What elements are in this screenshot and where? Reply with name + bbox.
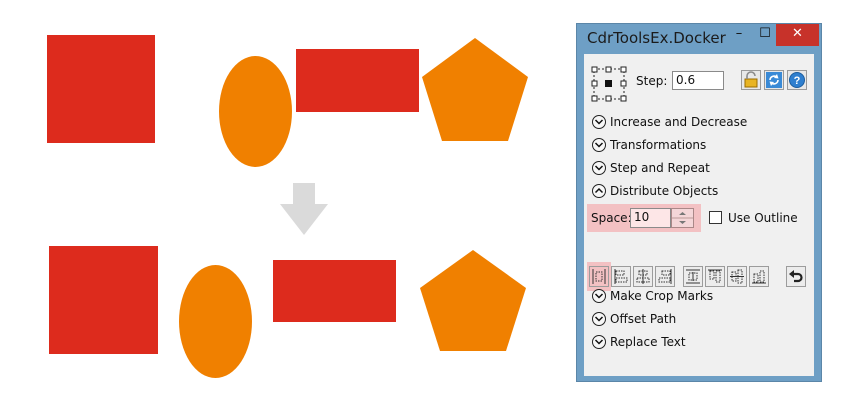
expand-step-repeat-icon[interactable]	[592, 161, 606, 175]
space-spinner[interactable]	[671, 208, 694, 228]
section-make-crop-marks[interactable]: Make Crop Marks	[610, 289, 713, 303]
distribute-center-icon[interactable]	[633, 266, 653, 287]
collapse-distribute-objects-icon[interactable]	[592, 184, 606, 198]
expand-increase-decrease-icon[interactable]	[592, 115, 606, 129]
step-input[interactable]: 0.6	[672, 71, 724, 90]
distribute-vertical-spacing-icon[interactable]	[683, 266, 703, 287]
step-label: Step:	[636, 74, 668, 88]
top-orange-pentagon	[422, 38, 528, 141]
bottom-orange-ellipse	[179, 265, 252, 378]
arrow-down-icon	[280, 183, 328, 235]
minimize-button[interactable]: –	[727, 24, 751, 46]
distribute-left-icon[interactable]	[611, 266, 631, 287]
section-increase-decrease[interactable]: Increase and Decrease	[610, 115, 747, 129]
section-offset-path[interactable]: Offset Path	[610, 312, 676, 326]
distribute-middle-icon[interactable]	[727, 266, 747, 287]
top-orange-ellipse	[219, 56, 292, 167]
bottom-orange-pentagon	[420, 250, 526, 351]
section-transformations[interactable]: Transformations	[610, 138, 706, 152]
window-title: CdrToolsEx.Docker	[587, 29, 726, 47]
section-replace-text[interactable]: Replace Text	[610, 335, 686, 349]
expand-make-crop-marks-icon[interactable]	[592, 289, 606, 303]
refresh-icon[interactable]	[764, 70, 784, 90]
bottom-red-rectangle	[273, 260, 396, 322]
maximize-button[interactable]: ☐	[753, 24, 777, 46]
distribute-right-icon[interactable]	[655, 266, 675, 287]
distribute-horizontal-spacing-icon[interactable]	[589, 266, 609, 287]
bottom-red-square	[49, 246, 158, 354]
top-red-rectangle	[296, 49, 419, 112]
use-outline-label[interactable]: Use Outline	[728, 211, 798, 225]
distribute-bottom-icon[interactable]	[749, 266, 769, 287]
use-outline-checkbox[interactable]	[709, 211, 722, 224]
anchor-grid-icon[interactable]	[591, 66, 627, 102]
section-distribute-objects[interactable]: Distribute Objects	[610, 184, 718, 198]
title-bar[interactable]: CdrToolsEx.Docker – ☐ ✕	[577, 24, 821, 52]
expand-transformations-icon[interactable]	[592, 138, 606, 152]
expand-offset-path-icon[interactable]	[592, 312, 606, 326]
section-step-repeat[interactable]: Step and Repeat	[610, 161, 710, 175]
space-input[interactable]: 10	[630, 208, 671, 228]
svg-text:?: ?	[794, 75, 801, 87]
undo-icon[interactable]	[786, 266, 806, 287]
docker-content: Step: 0.6 ? Increase and Decrease Transf…	[584, 54, 814, 376]
space-label: Space:	[591, 211, 632, 225]
close-button[interactable]: ✕	[776, 24, 819, 46]
distribute-top-icon[interactable]	[705, 266, 725, 287]
top-red-square	[47, 35, 155, 143]
docker-window: CdrToolsEx.Docker – ☐ ✕ Step: 0.6 ? Incr…	[576, 23, 822, 382]
expand-replace-text-icon[interactable]	[592, 335, 606, 349]
lock-icon[interactable]	[741, 70, 761, 90]
help-icon[interactable]: ?	[787, 70, 807, 90]
